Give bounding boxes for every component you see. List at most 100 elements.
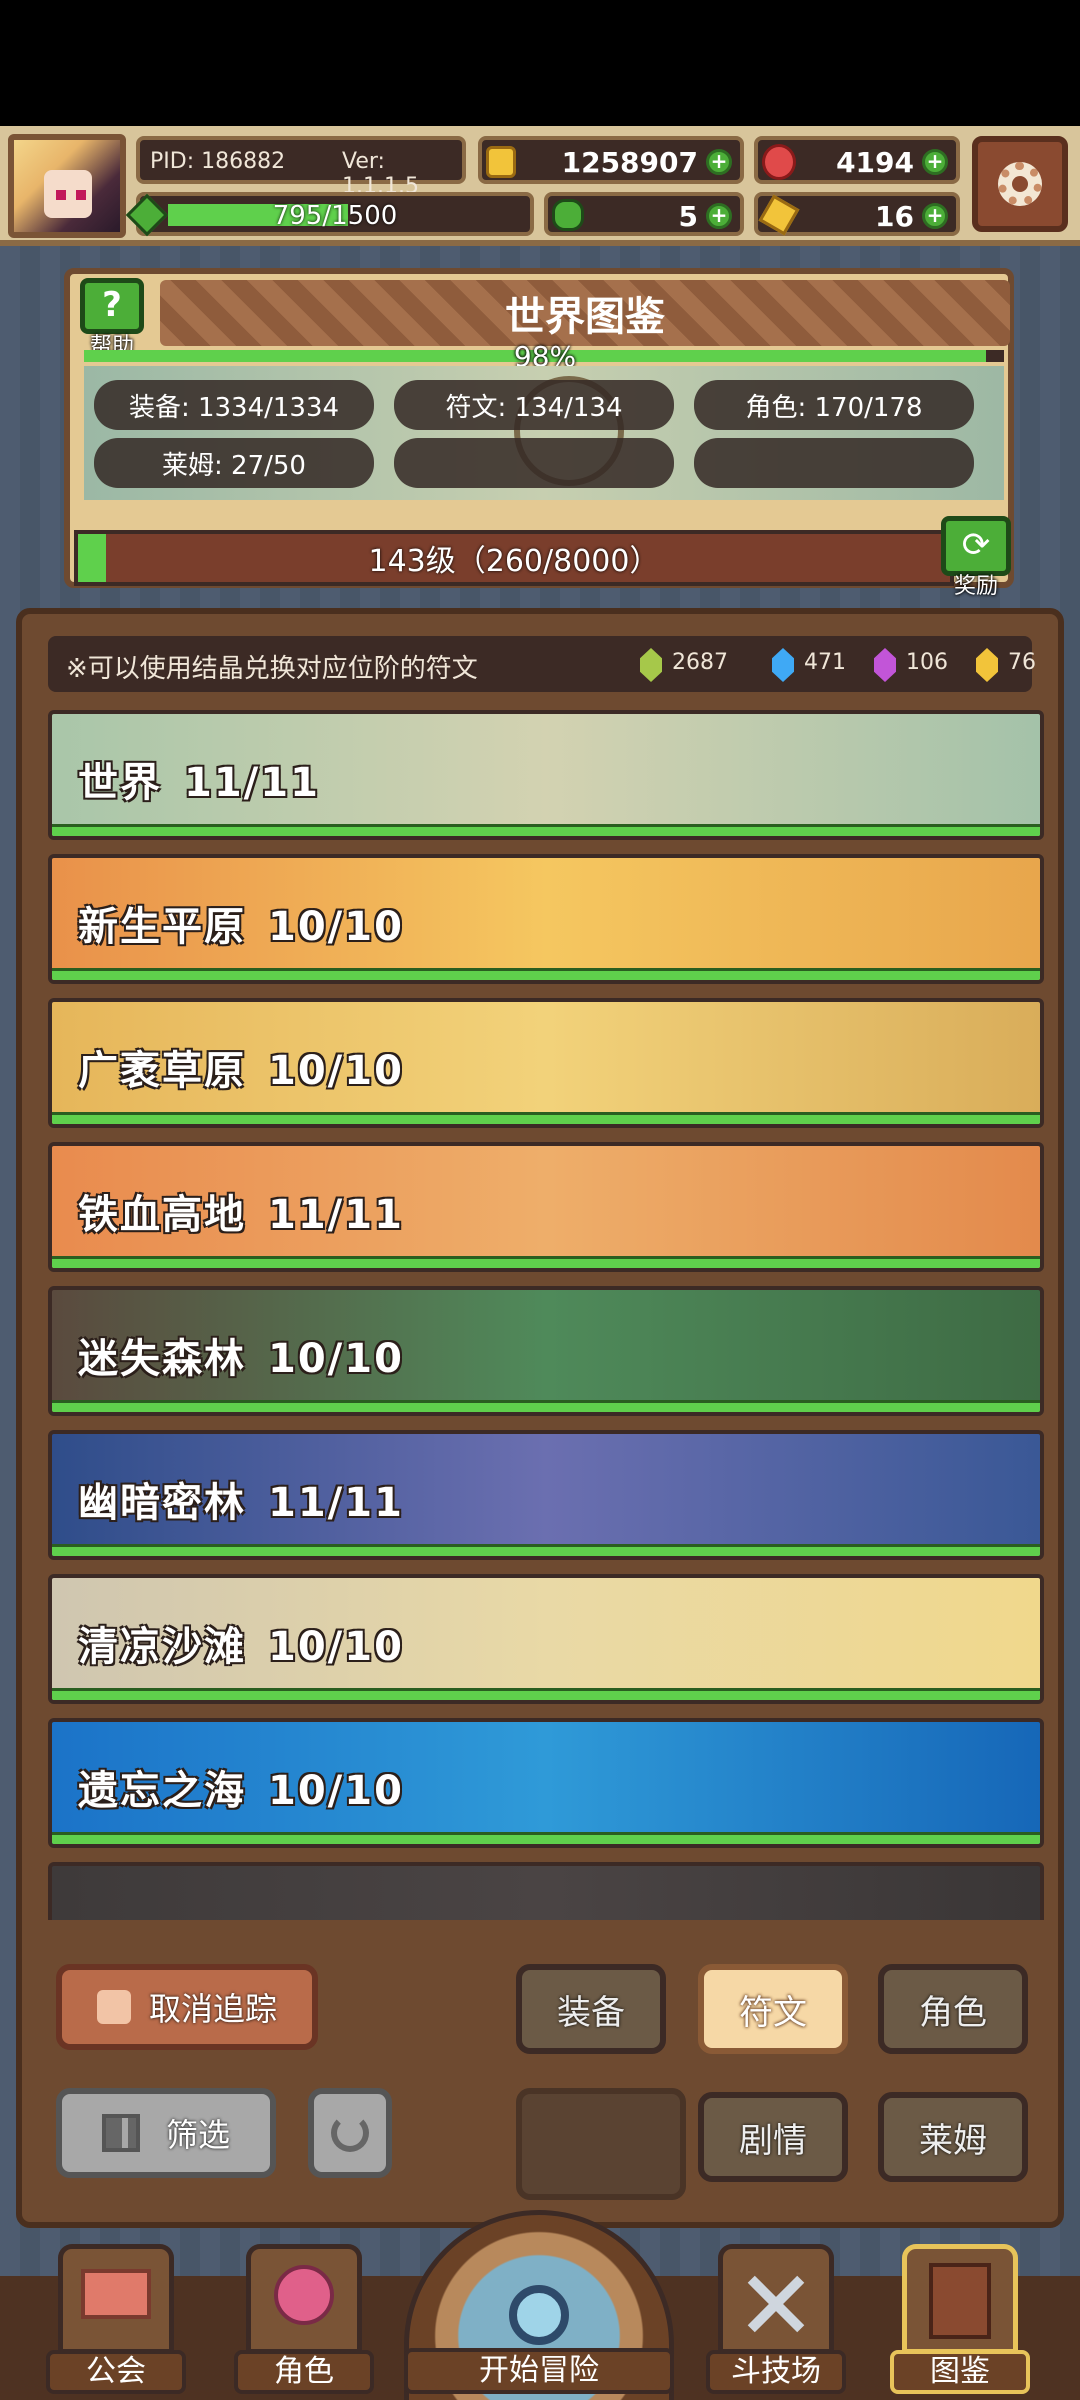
world-map-background: 装备: 1334/1334 符文: 134/134 角色: 170/178 莱姆… bbox=[84, 366, 1004, 500]
nav-codex-label: 图鉴 bbox=[890, 2350, 1030, 2394]
region-row[interactable]: 新生平原 10/10 bbox=[48, 854, 1044, 984]
tab-character-label: 角色 bbox=[919, 1992, 987, 2033]
region-progress-bar bbox=[52, 824, 1040, 836]
region-row[interactable]: 遗忘之海 10/10 bbox=[48, 1718, 1044, 1848]
untrack-button[interactable]: 取消追踪 bbox=[56, 1964, 318, 2050]
region-name: 铁血高地 11/11 bbox=[78, 1182, 404, 1240]
clover-amount: 5 bbox=[678, 200, 698, 233]
collection-level-text: 143级（260/8000） bbox=[368, 544, 660, 579]
region-list[interactable]: 世界 11/11 新生平原 10/10 广袤草原 10/10 铁血高地 11/11 迷失森林 10… bbox=[48, 710, 1044, 1920]
region-name: 世界 11/11 bbox=[78, 750, 320, 808]
tab-character[interactable]: 角色 bbox=[878, 1964, 1028, 2054]
crossed-swords-icon bbox=[718, 2244, 834, 2354]
tab-story[interactable]: 剧情 bbox=[698, 2092, 848, 2182]
reward-button[interactable]: ⟳ 奖励 bbox=[936, 516, 1016, 600]
region-name: 遗忘之海 10/10 bbox=[78, 1758, 404, 1816]
region-row[interactable]: 迷失森林 10/10 bbox=[48, 1286, 1044, 1416]
status-bar bbox=[0, 0, 1080, 126]
player-avatar[interactable] bbox=[8, 134, 126, 238]
magnifier-icon bbox=[509, 2285, 569, 2345]
question-icon: ? bbox=[80, 278, 144, 334]
book-shape bbox=[929, 2263, 991, 2339]
region-name: 清凉沙滩 10/10 bbox=[78, 1614, 404, 1672]
reset-button[interactable] bbox=[308, 2088, 392, 2178]
stamina-text: 795/1500 bbox=[272, 201, 398, 231]
tab-empty-slot bbox=[516, 2088, 686, 2200]
avatar-eye bbox=[56, 190, 66, 200]
nav-start-adventure[interactable]: 开始冒险 bbox=[404, 2210, 674, 2400]
region-row[interactable]: 广袤草原 10/10 bbox=[48, 998, 1044, 1128]
region-count: 10/10 bbox=[268, 1048, 404, 1094]
rune-exchange-notice: ※可以使用结晶兑换对应位阶的符文 2687 471 106 76 bbox=[48, 636, 1036, 692]
nav-character[interactable]: 角色 bbox=[234, 2244, 374, 2394]
key-amount: 16 bbox=[875, 200, 914, 233]
gold-plus-icon[interactable]: + bbox=[706, 149, 732, 175]
clover-box: 5 + bbox=[544, 192, 744, 236]
region-progress-bar bbox=[52, 968, 1040, 980]
region-progress-bar bbox=[52, 1400, 1040, 1412]
region-title: 铁血高地 bbox=[78, 1192, 246, 1238]
settings-button[interactable] bbox=[972, 136, 1068, 232]
nav-arena-label: 斗技场 bbox=[706, 2350, 846, 2394]
nav-character-label: 角色 bbox=[234, 2350, 374, 2394]
ruby-plus-icon[interactable]: + bbox=[922, 149, 948, 175]
region-count: 11/11 bbox=[184, 760, 320, 806]
region-row[interactable]: 世界 11/11 bbox=[48, 710, 1044, 840]
region-count: 11/11 bbox=[268, 1480, 404, 1526]
nav-guild[interactable]: 公会 bbox=[46, 2244, 186, 2394]
nav-codex[interactable]: 图鉴 bbox=[890, 2244, 1030, 2394]
green-crystal-count: 2687 bbox=[672, 650, 728, 675]
stat-slime: 莱姆: 27/50 bbox=[94, 438, 374, 488]
ruby-box: 4194 + bbox=[754, 136, 960, 184]
clover-plus-icon[interactable]: + bbox=[706, 203, 732, 229]
region-count: 10/10 bbox=[268, 1624, 404, 1670]
ruby-amount: 4194 bbox=[836, 146, 914, 179]
nav-guild-label: 公会 bbox=[46, 2350, 186, 2394]
collection-level-bar: 143级（260/8000） bbox=[74, 530, 954, 586]
key-box: 16 + bbox=[754, 192, 960, 236]
tab-story-label: 剧情 bbox=[739, 2120, 807, 2161]
stat-empty-slot bbox=[394, 438, 674, 488]
region-count: 10/10 bbox=[268, 1336, 404, 1382]
tab-equipment[interactable]: 装备 bbox=[516, 1964, 666, 2054]
notice-text: ※可以使用结晶兑换对应位阶的符文 bbox=[66, 654, 478, 684]
character-head bbox=[274, 2265, 334, 2325]
region-count: 11/11 bbox=[268, 1192, 404, 1238]
nav-arena[interactable]: 斗技场 bbox=[706, 2244, 846, 2394]
purple-crystal-icon bbox=[874, 648, 896, 682]
stat-character: 角色: 170/178 bbox=[694, 380, 974, 430]
region-name: 幽暗密林 11/11 bbox=[78, 1470, 404, 1528]
world-collection-card: 世界图鉴 ? 帮助 98% 装备: 1334/1334 符文: 134/134 … bbox=[64, 268, 1014, 599]
stat-empty-slot bbox=[694, 438, 974, 488]
region-row[interactable]: 铁血高地 11/11 bbox=[48, 1142, 1044, 1272]
tab-rune-label: 符文 bbox=[739, 1992, 807, 2033]
nav-adventure-label: 开始冒险 bbox=[404, 2348, 674, 2394]
region-row[interactable]: 幽暗密林 11/11 bbox=[48, 1430, 1044, 1560]
region-name: 新生平原 10/10 bbox=[78, 894, 404, 952]
blue-crystal-count: 471 bbox=[804, 650, 846, 675]
region-progress-bar bbox=[52, 1256, 1040, 1268]
ruby-gem-icon bbox=[762, 144, 796, 180]
region-panel: ※可以使用结晶兑换对应位阶的符文 2687 471 106 76 世界 11/11… bbox=[16, 608, 1064, 2228]
gold-box: 1258907 + bbox=[478, 136, 744, 184]
untrack-label: 取消追踪 bbox=[148, 1990, 277, 2028]
codex-book-icon bbox=[902, 2244, 1018, 2354]
filter-button[interactable]: 筛选 bbox=[56, 2088, 276, 2178]
green-crystal-icon bbox=[640, 648, 662, 682]
region-row[interactable] bbox=[48, 1862, 1044, 1920]
stat-rune: 符文: 134/134 bbox=[394, 380, 674, 430]
key-icon bbox=[758, 194, 800, 236]
player-info-bar: PID: 186882 Ver: 1.1.1.5 795/1500 125890… bbox=[0, 126, 1080, 246]
key-plus-icon[interactable]: + bbox=[922, 203, 948, 229]
player-id-box: PID: 186882 Ver: 1.1.1.5 bbox=[136, 136, 466, 199]
region-title: 迷失森林 bbox=[78, 1336, 246, 1382]
region-row[interactable]: 清凉沙滩 10/10 bbox=[48, 1574, 1044, 1704]
tab-slime[interactable]: 莱姆 bbox=[878, 2092, 1028, 2182]
region-name bbox=[78, 1902, 100, 1920]
region-title: 广袤草原 bbox=[78, 1048, 246, 1094]
region-progress-bar bbox=[52, 1544, 1040, 1556]
pid-text: PID: 186882 bbox=[150, 149, 286, 174]
region-name: 迷失森林 10/10 bbox=[78, 1326, 404, 1384]
purple-crystal-count: 106 bbox=[906, 650, 948, 675]
tab-rune[interactable]: 符文 bbox=[698, 1964, 848, 2054]
